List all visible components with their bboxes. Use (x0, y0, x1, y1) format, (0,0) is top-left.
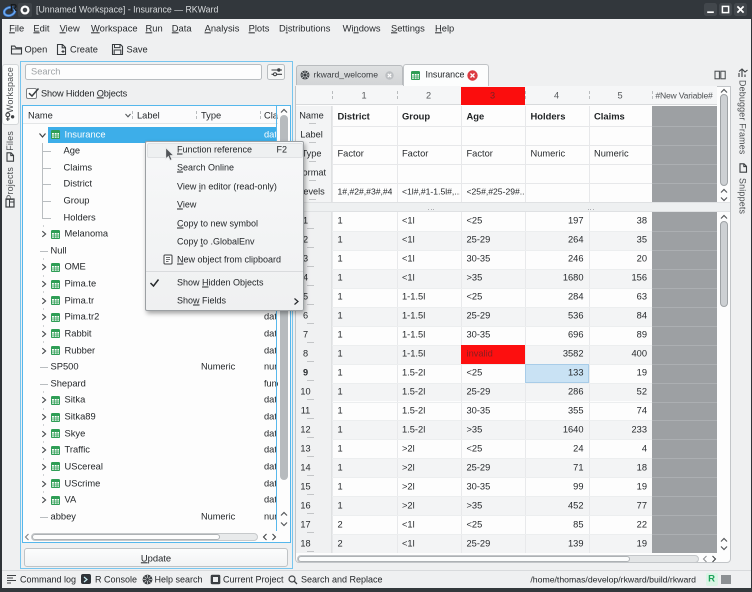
svg-text:R: R (10, 3, 18, 14)
